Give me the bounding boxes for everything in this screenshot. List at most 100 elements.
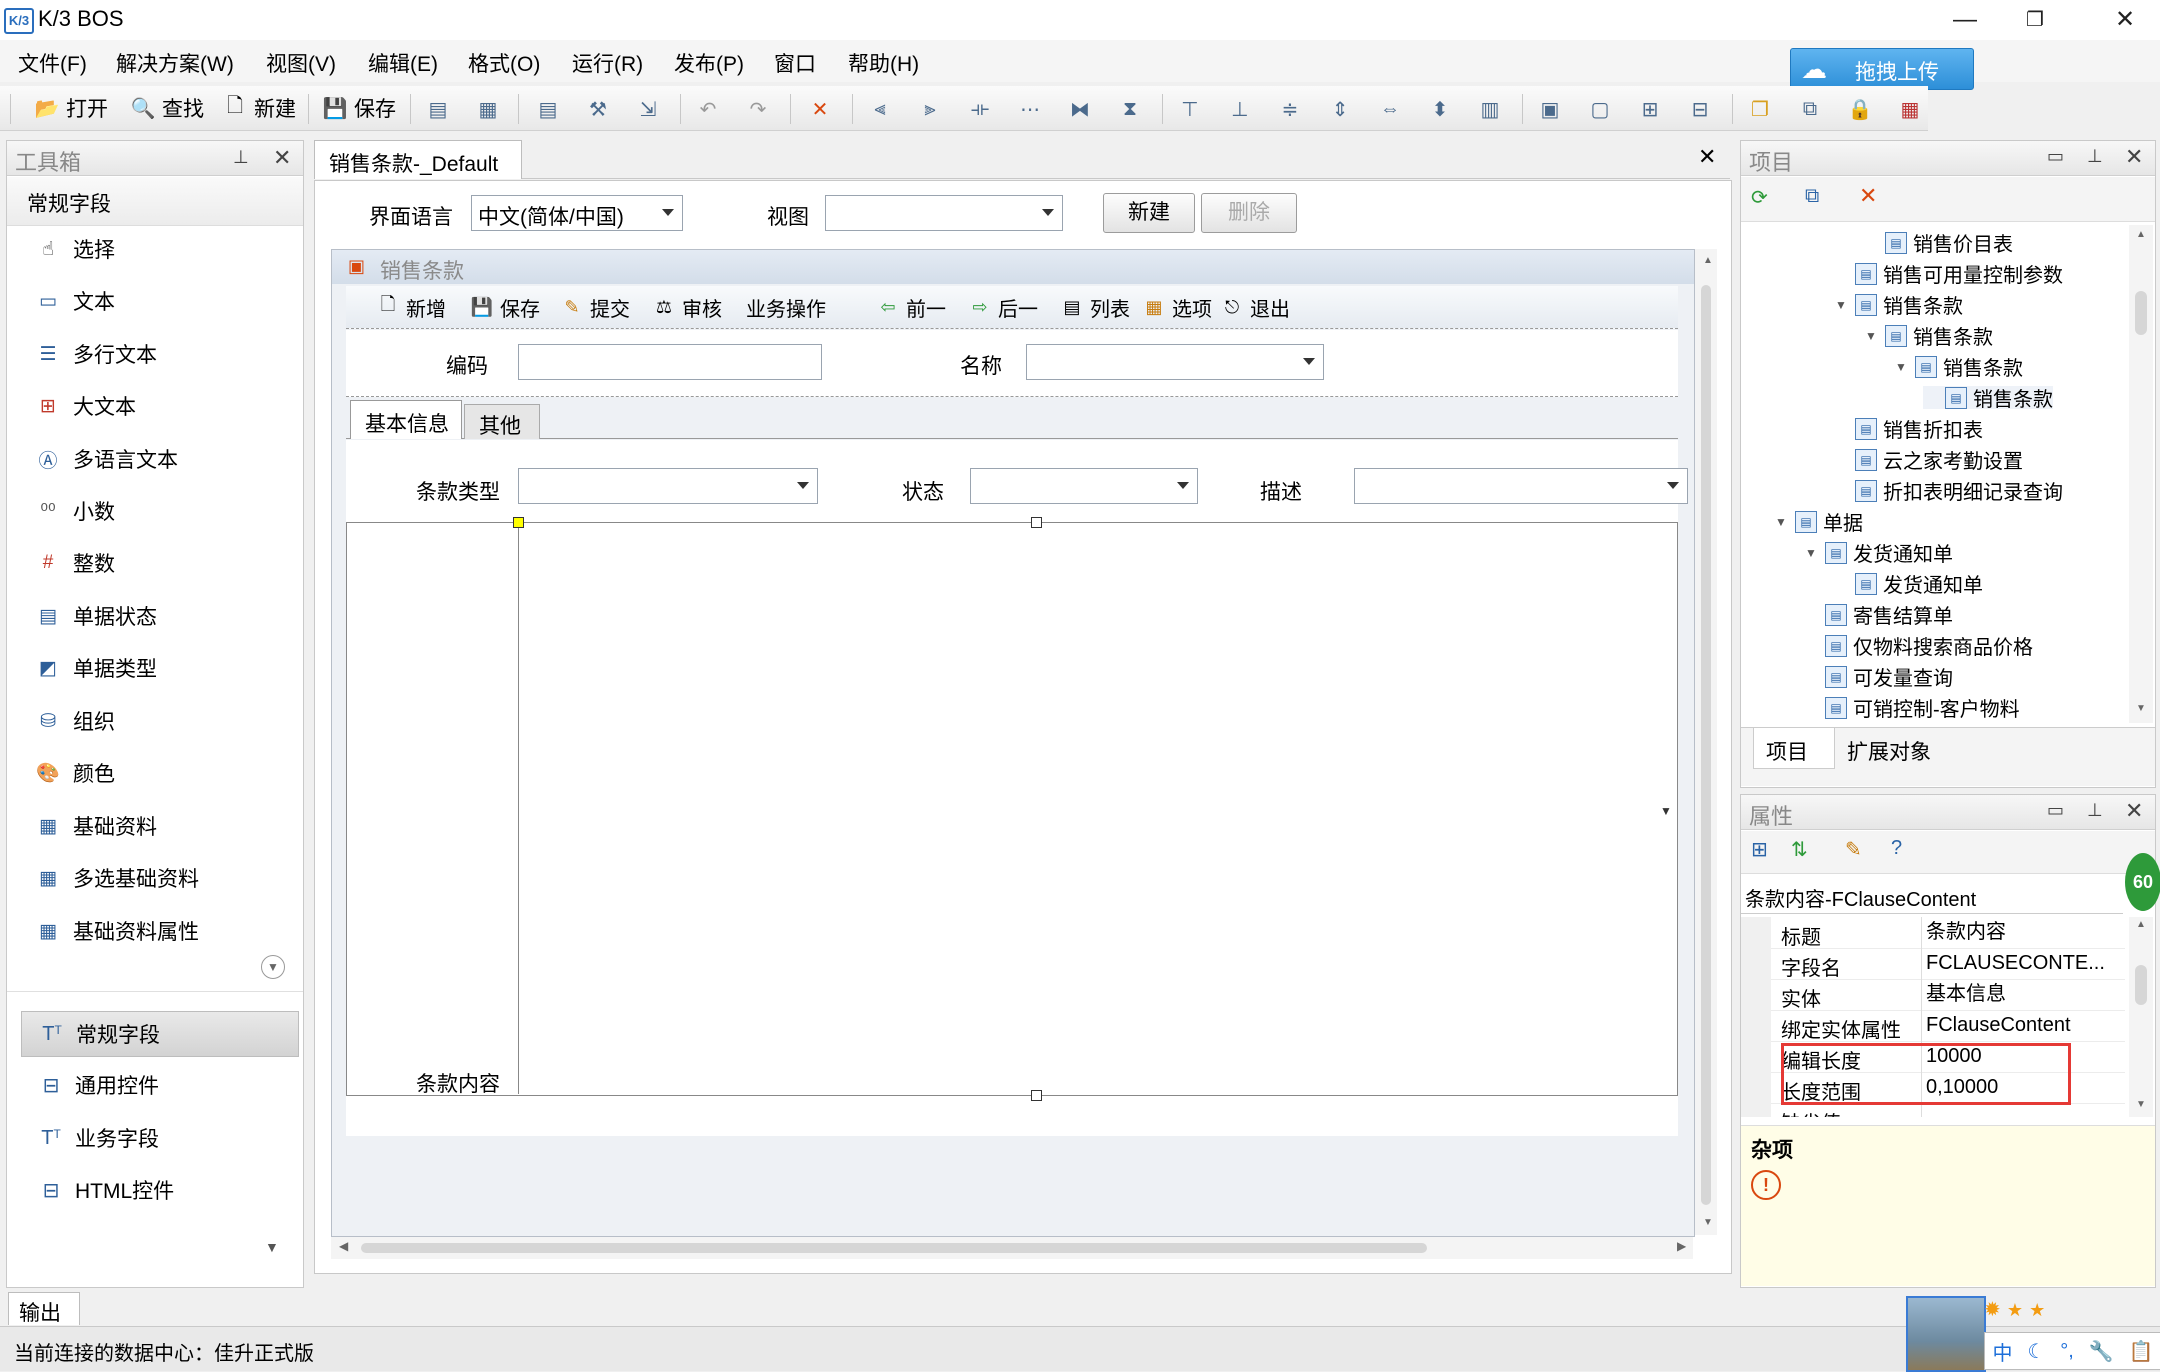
menu-edit[interactable]: 编辑(E) [368, 48, 438, 78]
space-h-icon[interactable]: ⧓ [1066, 95, 1094, 123]
property-value[interactable]: FCLAUSECONTE... [1921, 948, 2122, 979]
menu-file[interactable]: 文件(F) [18, 48, 87, 78]
same-height-icon[interactable]: ⇕ [1326, 95, 1354, 123]
redo-icon[interactable]: ↷ [744, 95, 772, 123]
space-v-icon[interactable]: ⧗ [1116, 95, 1144, 123]
toolbox-item-bigtext[interactable]: ⊞ 大文本 [33, 387, 136, 425]
tree-node[interactable]: ▼ ▤ 销售条款 [1833, 293, 1963, 318]
paste-icon[interactable]: ⧉ [1796, 95, 1824, 123]
resize-handle[interactable] [1031, 517, 1042, 528]
view-select[interactable] [825, 195, 1063, 231]
report-icon[interactable]: ▤ [534, 95, 562, 123]
maximize-icon[interactable]: ▭ [2047, 146, 2064, 167]
maximize-icon[interactable]: ▭ [2047, 800, 2064, 821]
description-select[interactable] [1354, 468, 1688, 504]
property-row[interactable]: 字段名 FCLAUSECONTE... [1741, 948, 2125, 980]
tree-node[interactable]: ▤ 销售条款 [1923, 386, 2053, 411]
toolbox-item-color[interactable]: 🎨 颜色 [33, 754, 115, 792]
form-settings-icon[interactable]: ▦ [474, 95, 502, 123]
progress-badge[interactable]: 60 [2125, 853, 2160, 911]
new-button[interactable]: 🗋 新建 [222, 92, 296, 124]
vertical-scrollbar[interactable]: ▲ ▼ [1695, 249, 1717, 1235]
toolbox-item-decimal[interactable]: ⁰⁰ 小数 [33, 492, 115, 530]
tree-node[interactable]: ▤ 寄售结算单 [1803, 603, 1953, 628]
property-row[interactable]: 绑定实体属性 FClauseContent [1741, 1010, 2125, 1042]
form-save-button[interactable]: 💾 保存 [470, 292, 540, 322]
selected-object[interactable]: 条款内容-FClauseContent [1741, 877, 2123, 914]
tab-project[interactable]: 项目 [1753, 728, 1835, 769]
toolbox-item-multiline[interactable]: ☰ 多行文本 [33, 335, 157, 373]
calendar-icon[interactable]: ▦ [1896, 95, 1924, 123]
tab-extension-objects[interactable]: 扩展对象 [1847, 736, 1931, 766]
close-button[interactable]: ✕ [2100, 4, 2150, 36]
tab-other[interactable]: 其他 [464, 404, 540, 439]
menu-run[interactable]: 运行(R) [572, 48, 643, 78]
property-scrollbar[interactable]: ▲ ▼ [2129, 917, 2153, 1117]
scroll-down-icon[interactable]: ▼ [2136, 1099, 2146, 1110]
wrench-icon[interactable]: 🔧 [2089, 1339, 2114, 1364]
property-row[interactable]: 标题 条款内容 [1741, 917, 2125, 949]
expand-toggle-icon[interactable]: ▼ [1773, 515, 1789, 529]
scrollbar-thumb[interactable] [2135, 965, 2147, 1005]
tree-node[interactable]: ▤ 销售折扣表 [1833, 417, 1983, 442]
align-middle-icon[interactable]: ≑ [1276, 95, 1304, 123]
tree-node[interactable]: ▼ ▤ 单据 [1773, 510, 1863, 535]
resize-handle[interactable] [513, 517, 524, 528]
moon-icon[interactable]: ☾ [2027, 1339, 2045, 1364]
close-icon[interactable]: ✕ [273, 145, 291, 171]
tree-scrollbar[interactable]: ▲ ▼ [2129, 225, 2153, 723]
align-bottom-icon[interactable]: ⊥ [1226, 95, 1254, 123]
view-new-button[interactable]: 新建 [1103, 193, 1195, 233]
ime-toolbar[interactable]: 中 ☾ °, 🔧 📋 [1984, 1332, 2160, 1370]
property-row[interactable]: 缺省值 [1741, 1103, 2125, 1117]
scrollbar-thumb[interactable] [2135, 291, 2147, 335]
tree-node[interactable]: ▤ 销售价目表 [1863, 231, 2013, 256]
toolbox-item-basedata[interactable]: ▦ 基础资料 [33, 807, 157, 845]
restore-button[interactable]: ❐ [2010, 4, 2060, 36]
category-general-controls[interactable]: ⊟ 通用控件 [21, 1063, 297, 1107]
same-size-icon[interactable]: ⬍ [1426, 95, 1454, 123]
delete-icon[interactable]: ✕ [1859, 183, 1889, 211]
grid-icon[interactable]: ▥ [1476, 95, 1504, 123]
copy-icon[interactable]: ❐ [1746, 95, 1774, 123]
status-select[interactable] [970, 468, 1198, 504]
clipboard-icon[interactable]: 📋 [2129, 1339, 2154, 1364]
same-width-icon[interactable]: ⇔ [1376, 95, 1404, 123]
category-html-controls[interactable]: ⊟ HTML控件 [21, 1168, 297, 1212]
align-center-icon[interactable]: ⟛ [966, 95, 994, 123]
bring-front-icon[interactable]: ▣ [1536, 95, 1564, 123]
lock-icon[interactable]: 🔒 [1846, 95, 1874, 123]
pin-icon[interactable]: ⊥ [2087, 146, 2103, 167]
form-list-button[interactable]: ▤ 列表 [1060, 292, 1130, 322]
form-audit-button[interactable]: ⚖ 审核 [652, 292, 722, 322]
toolbox-item-billstatus[interactable]: ▤ 单据状态 [33, 597, 157, 635]
tree-node[interactable]: ▤ 可销控制-客户物料 [1803, 696, 2020, 721]
ui-language-select[interactable]: 中文(简体/中国) [471, 195, 683, 231]
tree-node[interactable]: ▼ ▤ 发货通知单 [1803, 541, 1953, 566]
delete-icon[interactable]: ✕ [806, 95, 834, 123]
name-input[interactable] [1026, 344, 1324, 380]
scrollbar-thumb[interactable] [361, 1243, 1427, 1253]
menu-view[interactable]: 视图(V) [266, 48, 336, 78]
distribute-h-icon[interactable]: ⋯ [1016, 95, 1044, 123]
refresh-icon[interactable]: ⟳ [1751, 185, 1781, 213]
tree-node[interactable]: ▤ 云之家考勤设置 [1833, 448, 2023, 473]
toolbox-item-integer[interactable]: # 整数 [33, 544, 115, 582]
form-add-button[interactable]: 🗋 新增 [376, 292, 446, 322]
toolbox-item-multibasedata[interactable]: ▦ 多选基础资料 [33, 859, 199, 897]
undo-icon[interactable]: ↶ [694, 95, 722, 123]
tree-node[interactable]: ▼ ▤ 销售条款 [1893, 355, 2023, 380]
ime-avatar[interactable] [1906, 1296, 1986, 1372]
scroll-right-icon[interactable]: ▶ [1677, 1239, 1686, 1253]
align-top-icon[interactable]: ⊤ [1176, 95, 1204, 123]
pin-icon[interactable]: ⊥ [2087, 800, 2103, 821]
form-exit-button[interactable]: ⎋ 退出 [1220, 292, 1290, 322]
toolbox-item-org[interactable]: ⛁ 组织 [33, 702, 115, 740]
tree-node[interactable]: ▤ 仅物料搜索商品价格 [1803, 634, 2033, 659]
layout-icon[interactable]: ⊞ [1636, 95, 1664, 123]
tree-node[interactable]: ▤ 可发量查询 [1803, 665, 1953, 690]
close-icon[interactable]: ✕ [2125, 798, 2143, 824]
scroll-up-icon[interactable]: ▲ [2136, 919, 2146, 930]
menu-help[interactable]: 帮助(H) [848, 48, 919, 78]
toolbox-item-billtype[interactable]: ◩ 单据类型 [33, 649, 157, 687]
